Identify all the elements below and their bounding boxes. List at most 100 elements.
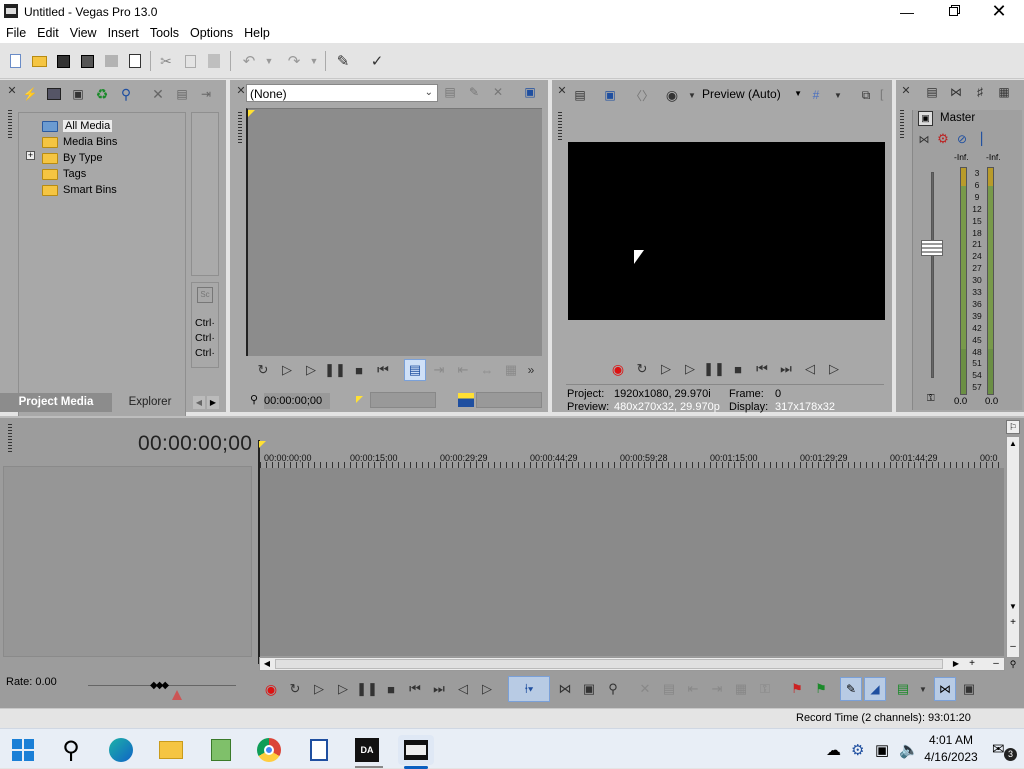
media-properties-icon[interactable]: ▤ xyxy=(174,86,190,102)
more-icon[interactable]: [ xyxy=(880,87,883,101)
master-volume-fader[interactable] xyxy=(921,240,943,256)
insert-fx-chain-icon[interactable]: ⋈ xyxy=(916,131,932,147)
network-icon[interactable]: ▣ xyxy=(875,741,889,759)
insert-region-icon[interactable]: ⚑ xyxy=(812,680,830,698)
previous-frame-icon[interactable]: ◁ xyxy=(454,680,472,698)
rate-slider-thumb[interactable]: ◆◆◆ xyxy=(150,680,169,691)
play-from-start-icon[interactable]: ▷ xyxy=(310,680,328,698)
record-icon[interactable]: ◉ xyxy=(262,680,280,698)
vegas-pro-taskbar-icon[interactable] xyxy=(398,735,434,765)
clear-trimmer-icon[interactable]: ✕ xyxy=(490,84,506,100)
tree-item-by-type[interactable]: By Type xyxy=(42,150,103,166)
go-to-end-icon[interactable]: ⏭ xyxy=(777,360,795,378)
trimmer-mode-icon[interactable]: ▤ xyxy=(404,359,426,381)
lock-icon[interactable]: ⚿ xyxy=(756,680,774,698)
undo-icon[interactable]: ↶ xyxy=(240,52,258,70)
video-preview-screen[interactable] xyxy=(568,142,885,320)
overlays-dropdown-icon[interactable]: ▼ xyxy=(684,87,700,103)
panel-close-icon[interactable]: ✕ xyxy=(898,82,914,98)
scroll-up-icon[interactable]: ▲ xyxy=(1007,437,1019,451)
panel-close-icon[interactable]: ✕ xyxy=(4,82,20,98)
insert-marker-icon[interactable]: ⚑ xyxy=(788,680,806,698)
mute-icon[interactable]: ⊘ xyxy=(954,131,970,147)
lock-icon[interactable]: ⚿ xyxy=(927,393,935,404)
clock-time[interactable]: 4:01 AM xyxy=(928,733,974,747)
undo-dropdown-icon[interactable]: ▼ xyxy=(260,52,278,70)
preview-properties-icon[interactable]: ▤ xyxy=(572,87,588,103)
stop-icon[interactable]: ■ xyxy=(382,680,400,698)
clock-date[interactable]: 4/16/2023 xyxy=(922,750,980,764)
trimmer-source-dropdown[interactable]: (None) ⌄ xyxy=(246,84,438,102)
auto-crossfade-button[interactable]: ⋈ xyxy=(934,677,956,701)
add-to-timeline-icon[interactable]: ▤ xyxy=(442,84,458,100)
go-to-start-icon[interactable]: ⏮ xyxy=(374,361,392,379)
track-area[interactable] xyxy=(258,468,1004,656)
selection-edit-icon[interactable]: ▣ xyxy=(580,680,598,698)
next-frame-icon[interactable]: ▷ xyxy=(478,680,496,698)
tree-item-all-media[interactable]: All Media xyxy=(42,118,113,134)
pause-icon[interactable]: ❚❚ xyxy=(324,361,346,379)
remove-media-icon[interactable]: ✕ xyxy=(150,86,166,102)
split-icon[interactable]: ▦ xyxy=(732,680,750,698)
stop-icon[interactable]: ■ xyxy=(729,360,747,378)
fit-icon[interactable]: ⇔ xyxy=(478,361,496,379)
dvd-architect-icon[interactable]: DA xyxy=(352,735,382,765)
mixer-properties-icon[interactable]: ▤ xyxy=(924,84,940,100)
save-as-icon[interactable] xyxy=(78,52,96,70)
play-icon[interactable]: ▷ xyxy=(681,360,699,378)
minimize-button[interactable]: — xyxy=(884,0,930,23)
media-list-area[interactable] xyxy=(191,112,219,276)
save-icon[interactable] xyxy=(54,52,72,70)
grid-icon[interactable]: # xyxy=(808,87,824,103)
envelope-edit-icon[interactable]: ⋈ xyxy=(556,680,574,698)
monitor-icon[interactable]: ▣ xyxy=(522,84,538,100)
enable-snapping-icon[interactable]: ✎ xyxy=(334,52,352,70)
book-app-icon[interactable] xyxy=(304,735,334,765)
scroll-right-icon[interactable]: ▶ xyxy=(950,658,962,670)
snapping-icon[interactable]: ▣ xyxy=(960,680,978,698)
menu-file[interactable]: File xyxy=(0,23,31,42)
trim-start-icon[interactable]: ⇤ xyxy=(684,680,702,698)
delete-icon[interactable]: ✕ xyxy=(636,680,654,698)
loop-icon[interactable]: ↻ xyxy=(286,680,304,698)
trim-end-icon[interactable]: ⇥ xyxy=(708,680,726,698)
solo-icon[interactable]: ⎢ xyxy=(975,131,991,147)
ripple-dropdown-icon[interactable]: ▼ xyxy=(914,680,932,698)
scroll-down-icon[interactable]: ▼ xyxy=(1007,600,1019,614)
overwrite-icon[interactable]: ⇤ xyxy=(454,361,472,379)
tab-explorer[interactable]: Explorer xyxy=(112,393,188,412)
normal-edit-tool-button[interactable]: ⍿▾ xyxy=(508,676,550,702)
track-list[interactable] xyxy=(3,466,252,657)
tab-scroll-left-icon[interactable]: ◀ xyxy=(193,396,205,409)
open-folder-icon[interactable] xyxy=(30,52,48,70)
marker-flag-icon[interactable]: ⚐ xyxy=(1006,420,1020,434)
play-from-start-icon[interactable]: ▷ xyxy=(657,360,675,378)
loop-icon[interactable]: ↻ xyxy=(254,361,272,379)
ignore-grouping-icon[interactable]: ▤ xyxy=(894,680,912,698)
menu-view[interactable]: View xyxy=(64,23,102,42)
menu-tools[interactable]: Tools xyxy=(144,23,184,42)
onedrive-icon[interactable]: ☁ xyxy=(826,741,841,759)
external-monitor-icon[interactable]: ▣ xyxy=(602,87,618,103)
volume-icon[interactable]: 🔈 xyxy=(899,740,919,760)
scroll-left-icon[interactable]: ◀ xyxy=(261,658,273,670)
new-file-icon[interactable] xyxy=(6,52,24,70)
zoom-tool-icon[interactable]: ⚲ xyxy=(1006,658,1020,670)
trimmer-display[interactable] xyxy=(246,108,542,356)
overlays-icon[interactable]: ◉ xyxy=(664,87,680,103)
mixer-layout-icon[interactable]: ▦ xyxy=(996,84,1012,100)
notepad-icon[interactable] xyxy=(206,735,236,765)
split-icon[interactable]: ▦ xyxy=(502,361,520,379)
pause-icon[interactable]: ❚❚ xyxy=(703,360,725,378)
cut-icon[interactable]: ✂ xyxy=(157,52,175,70)
tab-scroll-right-icon[interactable]: ▶ xyxy=(207,396,219,409)
go-to-start-icon[interactable]: ⏮ xyxy=(753,360,771,378)
mixer-speaker-icon[interactable]: ♯ xyxy=(972,84,988,100)
scroll-thumb[interactable] xyxy=(275,659,943,669)
play-from-start-icon[interactable]: ▷ xyxy=(278,361,296,379)
preview-quality-dropdown[interactable]: Preview (Auto) ▼ xyxy=(702,87,802,103)
zoom-in-icon[interactable]: + xyxy=(1007,616,1019,630)
loop-icon[interactable]: ↻ xyxy=(633,360,651,378)
record-icon[interactable]: ◉ xyxy=(609,360,627,378)
copy-icon[interactable] xyxy=(181,52,199,70)
